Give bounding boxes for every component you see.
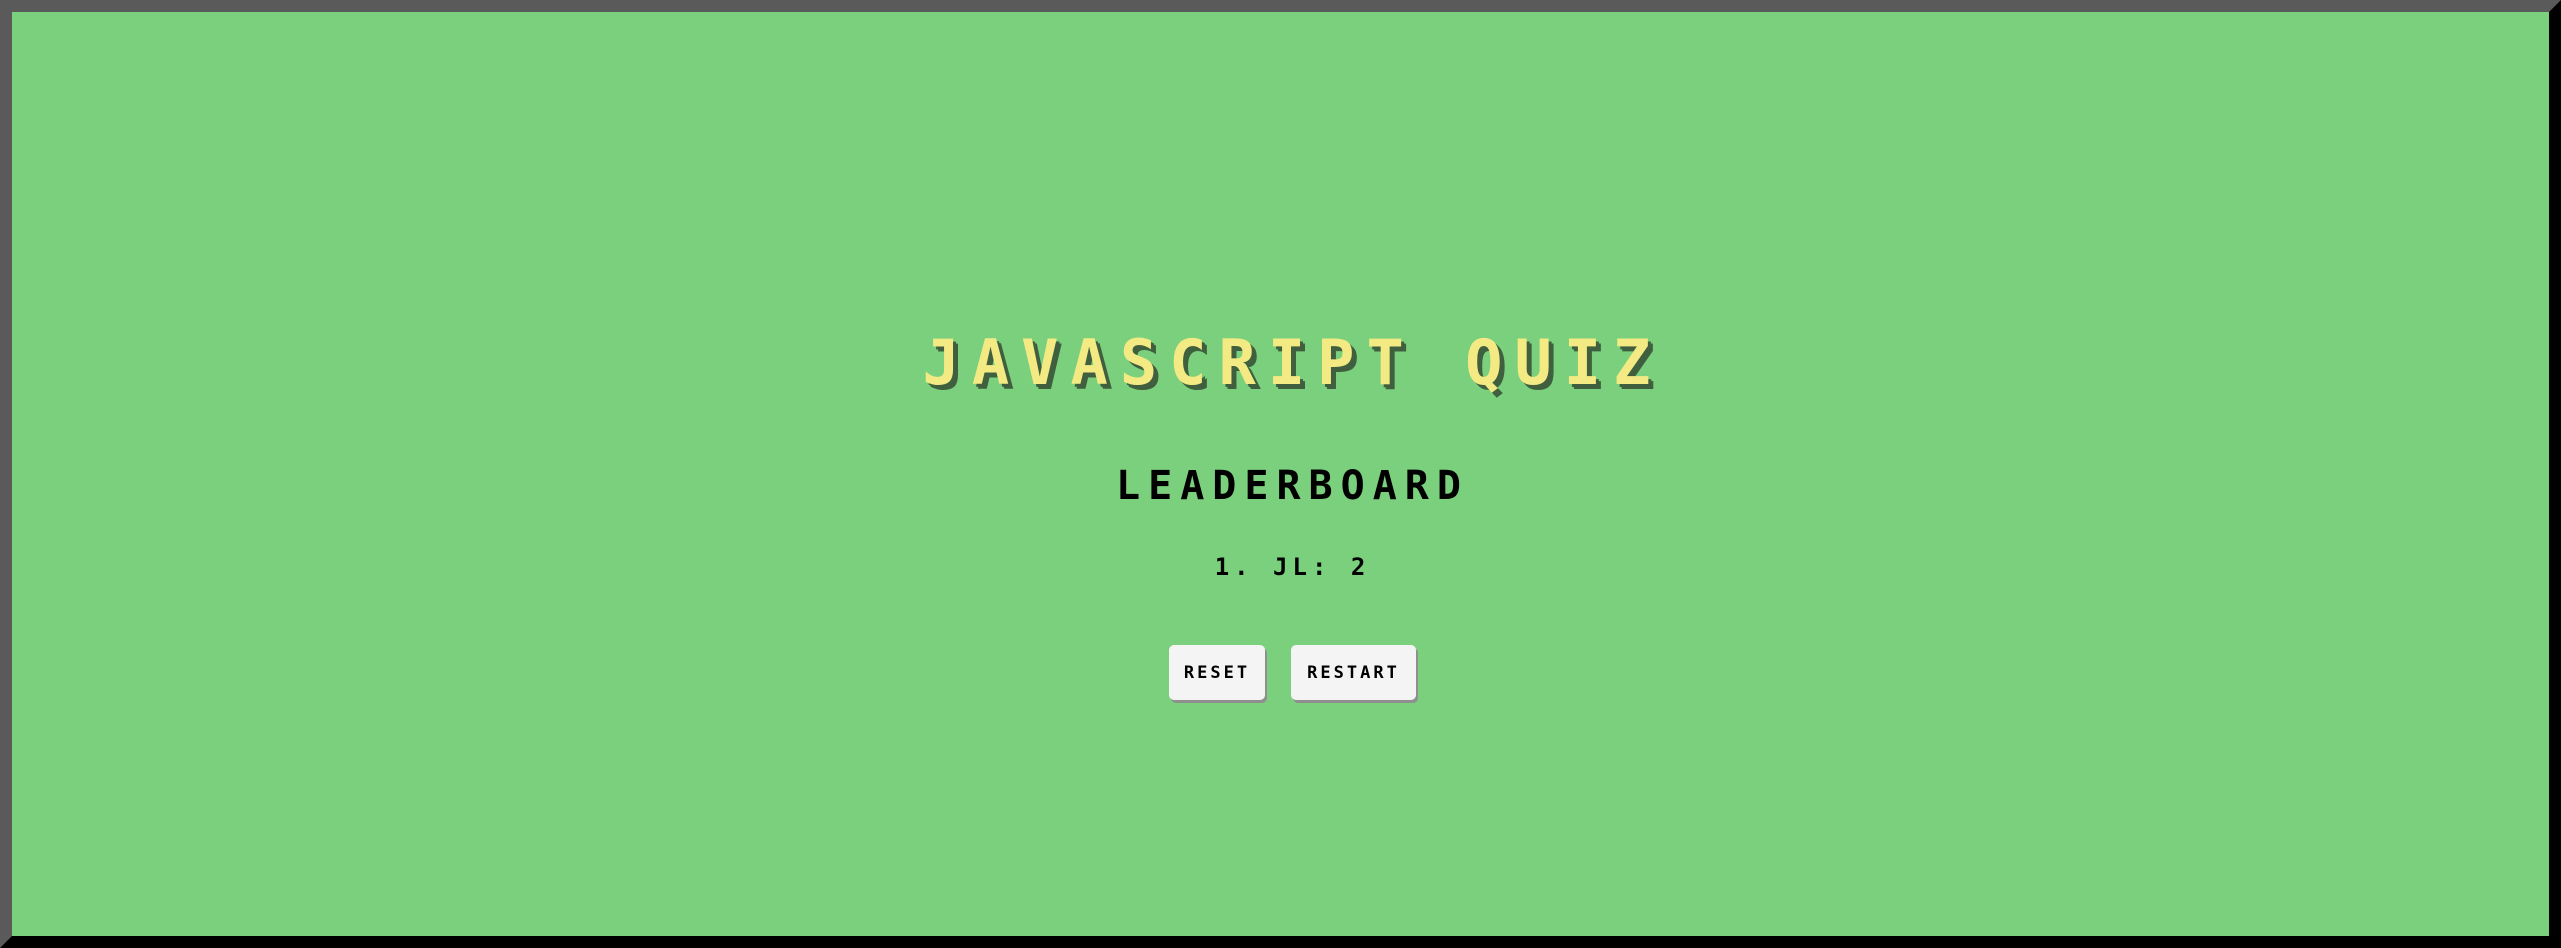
app-window: JAVASCRIPT QUIZ LEADERBOARD 1. JL: 2 RES… — [0, 0, 2561, 948]
restart-button[interactable]: RESTART — [1291, 645, 1416, 700]
leaderboard-heading: LEADERBOARD — [1116, 463, 1469, 509]
quiz-title: JAVASCRIPT QUIZ — [922, 326, 1663, 399]
leaderboard-entry: 1. JL: 2 — [1214, 553, 1371, 581]
reset-button[interactable]: RESET — [1169, 645, 1265, 700]
quiz-panel: JAVASCRIPT QUIZ LEADERBOARD 1. JL: 2 RES… — [24, 24, 2561, 948]
leaderboard-actions: RESET RESTART — [24, 645, 2561, 700]
leaderboard-list: 1. JL: 2 — [24, 555, 2561, 579]
